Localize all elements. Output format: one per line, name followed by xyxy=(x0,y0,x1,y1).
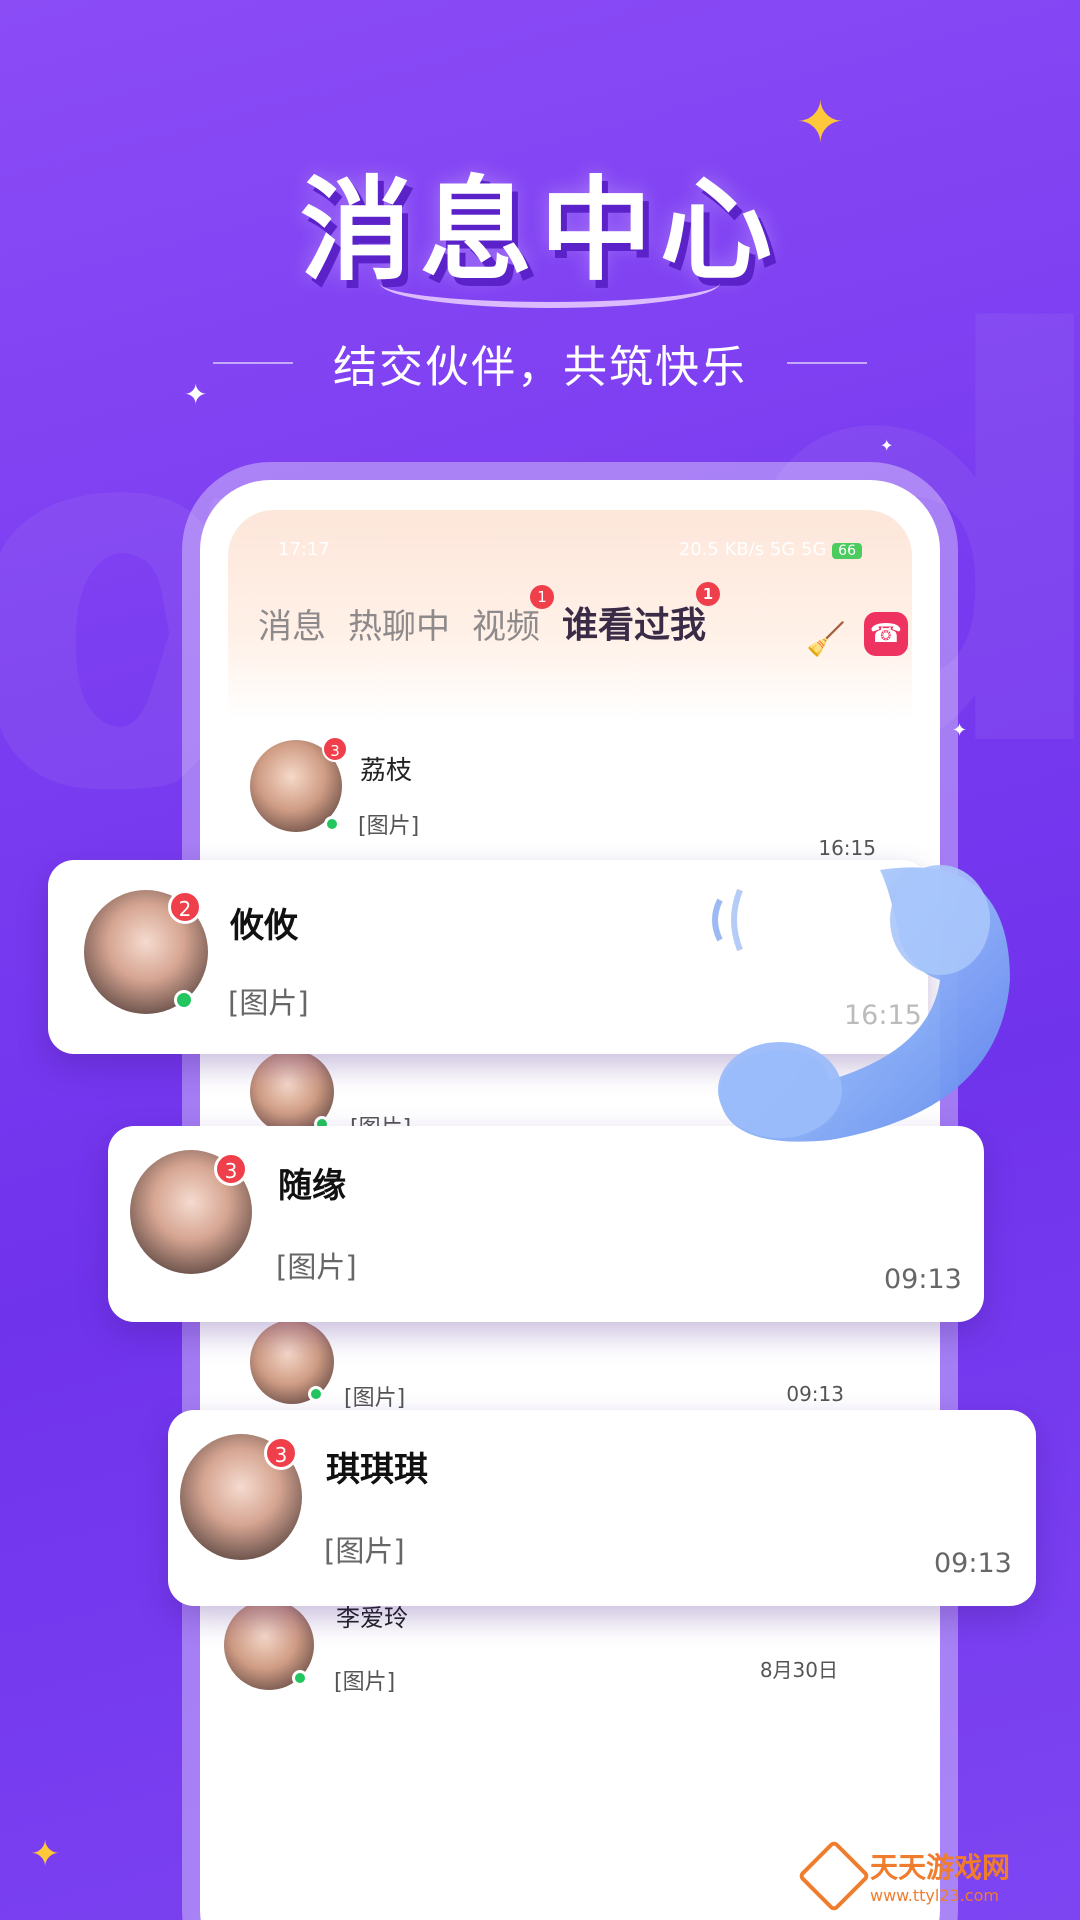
tagline-divider-right xyxy=(787,362,867,364)
message-header: 17:17 20.5 KB/s 5G 5G 66 消息 热聊中 视频 1 谁看过我… xyxy=(228,510,912,720)
tab-label: 消息 xyxy=(258,607,326,647)
contact-name: 随缘 xyxy=(278,1166,346,1206)
message-preview: [图片] xyxy=(228,986,309,1020)
tab-video[interactable]: 视频 1 xyxy=(472,585,554,648)
message-time: 16:15 xyxy=(818,836,876,860)
tab-badge: 1 xyxy=(696,582,721,606)
message-time: 09:13 xyxy=(934,1548,1012,1579)
message-time: 8月30日 xyxy=(759,1658,838,1682)
sparkle-icon: ✦ xyxy=(30,1834,61,1875)
online-indicator xyxy=(174,990,194,1010)
status-indicators: 20.5 KB/s 5G 5G 66 xyxy=(679,539,862,560)
contact-name: 琪琪琪 xyxy=(326,1450,428,1490)
sparkle-icon: ✦ xyxy=(880,436,894,455)
unread-badge: 3 xyxy=(264,1436,298,1470)
watermark-text: 天天游戏网 www.ttyl23.com xyxy=(870,1846,1010,1905)
online-indicator xyxy=(292,1670,308,1686)
watermark-url: www.ttyl23.com xyxy=(870,1886,999,1905)
message-tabs: 消息 热聊中 视频 1 谁看过我 1 xyxy=(258,582,721,648)
list-item[interactable]: 李爱玲 [图片] 8月30日 xyxy=(200,1600,940,1720)
status-speed: 20.5 KB/s xyxy=(678,538,765,560)
message-preview: [图片] xyxy=(276,1250,357,1284)
unread-badge: 2 xyxy=(168,890,202,924)
message-time: 09:13 xyxy=(786,1382,844,1406)
message-preview: [图片] xyxy=(324,1534,405,1568)
unread-badge: 3 xyxy=(214,1152,248,1186)
status-bar: 17:17 20.5 KB/s 5G 5G 66 xyxy=(278,534,862,564)
contact-name: 攸攸 xyxy=(230,906,298,946)
watermark-logo-icon xyxy=(797,1838,871,1913)
watermark: 天天游戏网 www.ttyl23.com xyxy=(797,1838,1010,1913)
message-preview: [图片] xyxy=(358,814,420,839)
tab-label: 热聊中 xyxy=(348,607,450,647)
phone-receiver-icon xyxy=(712,865,1010,1142)
sparkle-icon: ✦ xyxy=(952,720,968,741)
broom-icon[interactable]: 🧹 xyxy=(806,620,846,658)
online-indicator xyxy=(308,1386,324,1402)
list-item[interactable]: 3 荔枝 [图片] 16:15 xyxy=(200,736,940,860)
tab-label: 谁看过我 xyxy=(562,605,707,646)
tagline-row: 结交伙伴，共筑快乐 xyxy=(0,338,1080,393)
tab-hot-chat[interactable]: 热聊中 xyxy=(348,599,450,648)
tab-messages[interactable]: 消息 xyxy=(258,599,326,648)
phone-call-icon[interactable]: ☎ xyxy=(864,612,908,656)
message-preview: [图片] xyxy=(334,1670,396,1695)
status-time: 17:17 xyxy=(278,538,330,560)
tab-who-viewed-me[interactable]: 谁看过我 1 xyxy=(562,582,721,648)
headline-underline xyxy=(380,258,720,308)
promo-tagline: 结交伙伴，共筑快乐 xyxy=(333,342,747,393)
battery-icon: 66 xyxy=(832,542,862,559)
tab-label: 视频 xyxy=(472,607,540,647)
online-indicator xyxy=(324,816,340,832)
tab-badge: 1 xyxy=(530,585,554,609)
watermark-title: 天天游戏网 xyxy=(870,1851,1011,1884)
status-network: 5G 5G xyxy=(769,538,827,560)
contact-name: 荔枝 xyxy=(360,756,413,786)
message-preview: [图片] xyxy=(344,1386,406,1411)
unread-badge: 3 xyxy=(322,736,348,762)
tagline-divider-left xyxy=(213,362,293,364)
message-time: 09:13 xyxy=(884,1264,962,1295)
conversation-card[interactable]: 3 琪琪琪 [图片] 09:13 xyxy=(168,1410,1036,1606)
